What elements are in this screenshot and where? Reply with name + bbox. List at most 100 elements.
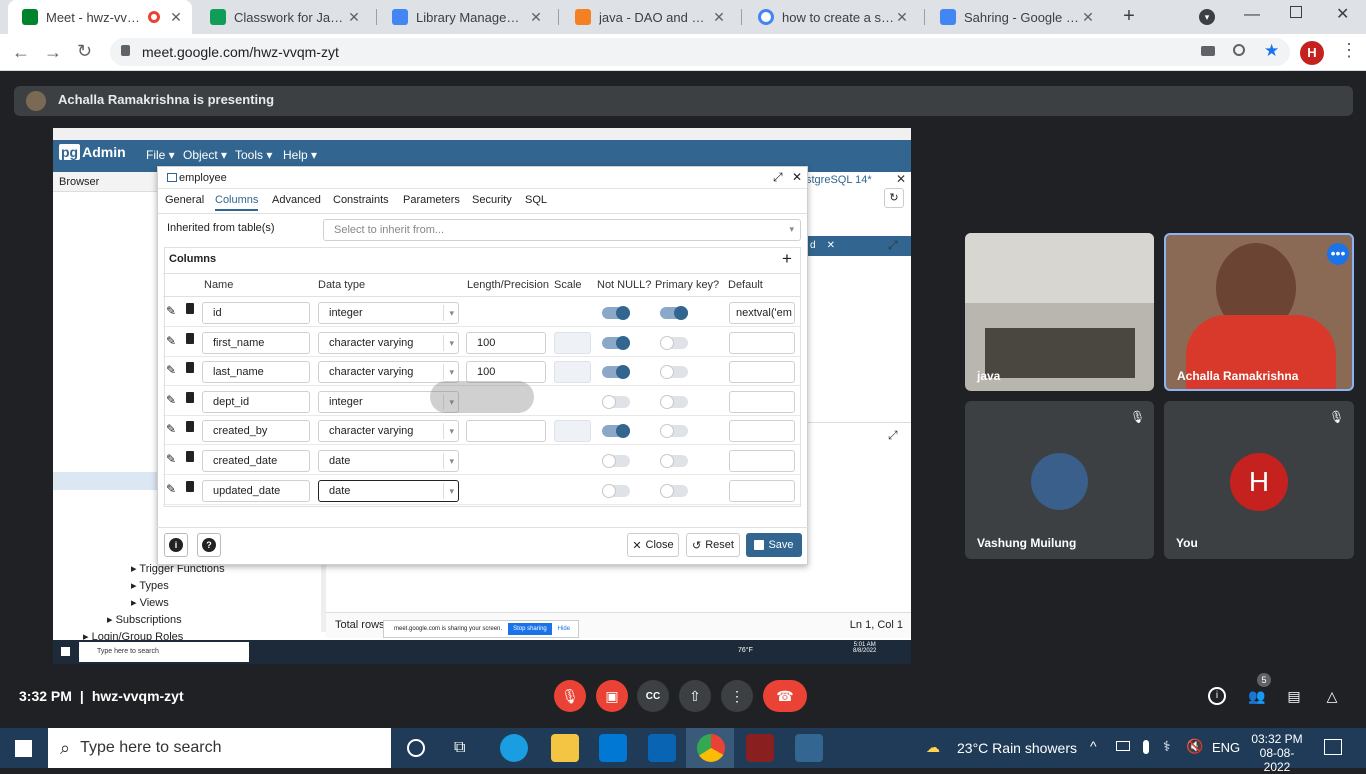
tab-meet[interactable]: Meet - hwz-vvqm ✕	[8, 0, 192, 34]
windows-start-icon[interactable]	[61, 647, 70, 656]
length-input[interactable]: 100	[466, 331, 546, 354]
expand-icon[interactable]: ⤢	[888, 238, 898, 253]
tab-java-dao[interactable]: java - DAO and Service ✕	[567, 0, 735, 34]
default-input[interactable]	[729, 420, 795, 443]
file-explorer-icon[interactable]	[551, 734, 579, 762]
not-null-toggle[interactable]	[602, 454, 630, 468]
edit-icon[interactable]: ✎	[166, 452, 176, 466]
data-type-select[interactable]: character varying ▾	[318, 420, 459, 443]
column-name-input[interactable]: id	[202, 302, 310, 324]
trash-icon[interactable]	[186, 421, 194, 433]
network-icon[interactable]	[1116, 741, 1130, 751]
column-name-input[interactable]: created_by	[202, 420, 310, 443]
tab-library[interactable]: Library Management S ✕	[384, 0, 552, 34]
tile-vashung[interactable]: 🎙 Vashung Muilung	[965, 401, 1154, 559]
default-input[interactable]	[729, 331, 795, 354]
edit-icon[interactable]: ✎	[166, 393, 176, 407]
tab-search-icon[interactable]: ▾	[1199, 9, 1215, 25]
menu-help[interactable]: Help ▾	[283, 148, 317, 162]
restore-icon[interactable]	[1290, 6, 1302, 18]
lock-icon[interactable]	[121, 45, 130, 56]
server-tab[interactable]: stgreSQL 14*	[806, 174, 872, 186]
captions-button[interactable]: CC	[637, 680, 669, 712]
help-button[interactable]: ?	[197, 533, 221, 557]
remote-search-box[interactable]: Type here to search	[79, 642, 249, 662]
chrome-icon[interactable]	[697, 734, 725, 762]
zoom-icon[interactable]	[1233, 44, 1245, 56]
not-null-toggle[interactable]	[602, 483, 630, 498]
info-button[interactable]: i	[164, 533, 188, 557]
tab-close-icon[interactable]: ✕	[528, 9, 544, 26]
default-input[interactable]	[729, 361, 795, 384]
refresh-icon[interactable]: ↻	[884, 188, 904, 208]
primary-key-toggle[interactable]	[660, 335, 688, 350]
mail-icon[interactable]	[648, 734, 676, 762]
tile-java[interactable]: java	[965, 233, 1154, 391]
hide-button[interactable]: Hide	[558, 626, 570, 632]
tab-security[interactable]: Security	[472, 194, 512, 206]
tab-columns[interactable]: Columns	[215, 194, 259, 211]
notifications-icon[interactable]	[1324, 739, 1342, 755]
leave-call-button[interactable]: ☎	[763, 680, 807, 712]
tab-close-icon[interactable]: ✕	[894, 9, 910, 26]
language-indicator[interactable]: ENG	[1212, 740, 1240, 755]
primary-key-toggle[interactable]	[660, 424, 688, 439]
not-null-toggle[interactable]	[602, 365, 630, 380]
camera-off-button[interactable]: ▣	[596, 680, 628, 712]
tab-advanced[interactable]: Advanced	[272, 194, 321, 206]
wifi-icon[interactable]: ⚕	[1163, 738, 1171, 755]
tree-item-subscriptions[interactable]: ▸ Subscriptions	[107, 613, 182, 626]
windows-start-icon[interactable]	[15, 740, 32, 757]
more-options-icon[interactable]: •••	[1327, 243, 1349, 265]
tree-item-types[interactable]: ▸ Types	[131, 579, 169, 592]
back-icon[interactable]: ←	[12, 42, 30, 63]
task-view-icon[interactable]: ⧉	[454, 739, 465, 757]
reset-button[interactable]: ↺ Reset	[686, 533, 740, 557]
default-input[interactable]	[729, 479, 795, 502]
cortana-icon[interactable]	[407, 739, 425, 757]
tab-close-icon[interactable]: ✕	[168, 9, 184, 26]
bookmark-star-icon[interactable]: ★	[1264, 41, 1279, 61]
tab-close-icon[interactable]: ✕	[346, 9, 362, 26]
profile-avatar[interactable]: H	[1300, 41, 1324, 65]
more-options-button[interactable]: ⋮	[721, 680, 753, 712]
edit-icon[interactable]: ✎	[166, 363, 176, 377]
present-button[interactable]: ⇧	[679, 680, 711, 712]
panel-close-icon[interactable]: ✕	[896, 172, 906, 186]
save-button[interactable]: Save	[746, 533, 802, 557]
data-type-select[interactable]: date ▾	[318, 450, 459, 472]
activities-button[interactable]: △	[1316, 680, 1348, 712]
data-type-select[interactable]: character varying ▾	[318, 361, 459, 384]
menu-tools[interactable]: Tools ▾	[235, 148, 272, 162]
tab-sql[interactable]: SQL	[525, 194, 547, 206]
stop-sharing-button[interactable]: Stop sharing	[508, 623, 552, 635]
edit-icon[interactable]: ✎	[166, 334, 176, 348]
edit-icon[interactable]: ✎	[166, 422, 176, 436]
primary-key-toggle[interactable]	[660, 365, 688, 380]
default-input[interactable]	[729, 450, 795, 472]
expand-icon[interactable]: ⤢	[888, 428, 898, 443]
length-input[interactable]: 100	[466, 361, 546, 384]
chat-button[interactable]: ▤	[1278, 680, 1310, 712]
tile-achalla[interactable]: ••• Achalla Ramakrishna	[1164, 233, 1354, 391]
dialog-close-icon[interactable]: ✕	[792, 170, 802, 184]
store-icon[interactable]	[599, 734, 627, 762]
not-null-toggle[interactable]	[602, 424, 630, 439]
column-name-input[interactable]: last_name	[202, 361, 310, 384]
trash-icon[interactable]	[186, 451, 194, 462]
trash-icon[interactable]	[186, 332, 194, 344]
url-text[interactable]: meet.google.com/hwz-vvqm-zyt	[142, 44, 339, 60]
column-name-input[interactable]: first_name	[202, 331, 310, 354]
primary-key-toggle[interactable]	[660, 483, 688, 498]
tree-item-views[interactable]: ▸ Views	[131, 596, 169, 609]
edit-icon[interactable]: ✎	[166, 304, 176, 318]
app-icon[interactable]	[746, 734, 774, 762]
primary-key-toggle[interactable]	[660, 306, 688, 320]
tab-classwork[interactable]: Classwork for Java Trai ✕	[202, 0, 370, 34]
length-input[interactable]	[466, 420, 546, 443]
camera-icon[interactable]	[1201, 46, 1215, 56]
trash-icon[interactable]	[186, 303, 194, 314]
mic-tray-icon[interactable]	[1143, 740, 1149, 754]
tab-general[interactable]: General	[165, 194, 204, 206]
tab-sahring-docs[interactable]: Sahring - Google Docs ✕	[932, 0, 1104, 34]
